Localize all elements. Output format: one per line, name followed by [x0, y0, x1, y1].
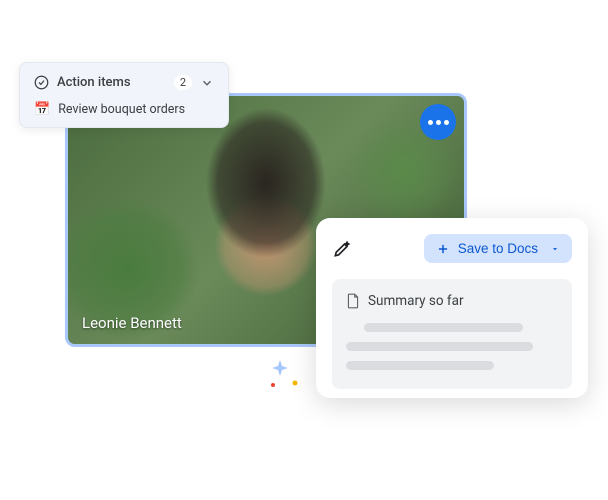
placeholder-line [364, 323, 523, 332]
checkmark-circle-icon [34, 75, 49, 90]
document-icon [346, 293, 360, 309]
save-to-docs-button[interactable]: Save to Docs [424, 234, 572, 263]
dots-icon [436, 120, 441, 125]
participant-name-label: Leonie Bennett [82, 314, 182, 332]
summary-title-row: Summary so far [346, 293, 558, 309]
calendar-icon: 📅 [34, 103, 50, 116]
sparkle-decoration-icon [265, 355, 305, 395]
ai-pen-icon [332, 239, 352, 259]
dots-icon [428, 120, 433, 125]
action-items-title: Action items [57, 75, 166, 90]
save-button-label: Save to Docs [458, 241, 538, 256]
caret-down-icon [550, 244, 560, 254]
summary-panel: Save to Docs Summary so far [316, 218, 588, 398]
action-items-header[interactable]: Action items 2 [20, 73, 228, 100]
plus-icon [436, 242, 450, 256]
placeholder-line [346, 361, 494, 370]
action-items-panel: Action items 2 📅 Review bouquet orders [19, 62, 229, 128]
action-item-text: Review bouquet orders [58, 102, 185, 117]
summary-title-text: Summary so far [368, 293, 464, 309]
action-items-count-badge: 2 [174, 75, 192, 90]
summary-body: Summary so far [332, 279, 572, 389]
dots-icon [444, 120, 449, 125]
more-options-button[interactable] [420, 104, 456, 140]
summary-header: Save to Docs [332, 234, 572, 263]
chevron-down-icon [200, 76, 214, 90]
action-item-row[interactable]: 📅 Review bouquet orders [20, 100, 228, 117]
placeholder-line [346, 342, 533, 351]
